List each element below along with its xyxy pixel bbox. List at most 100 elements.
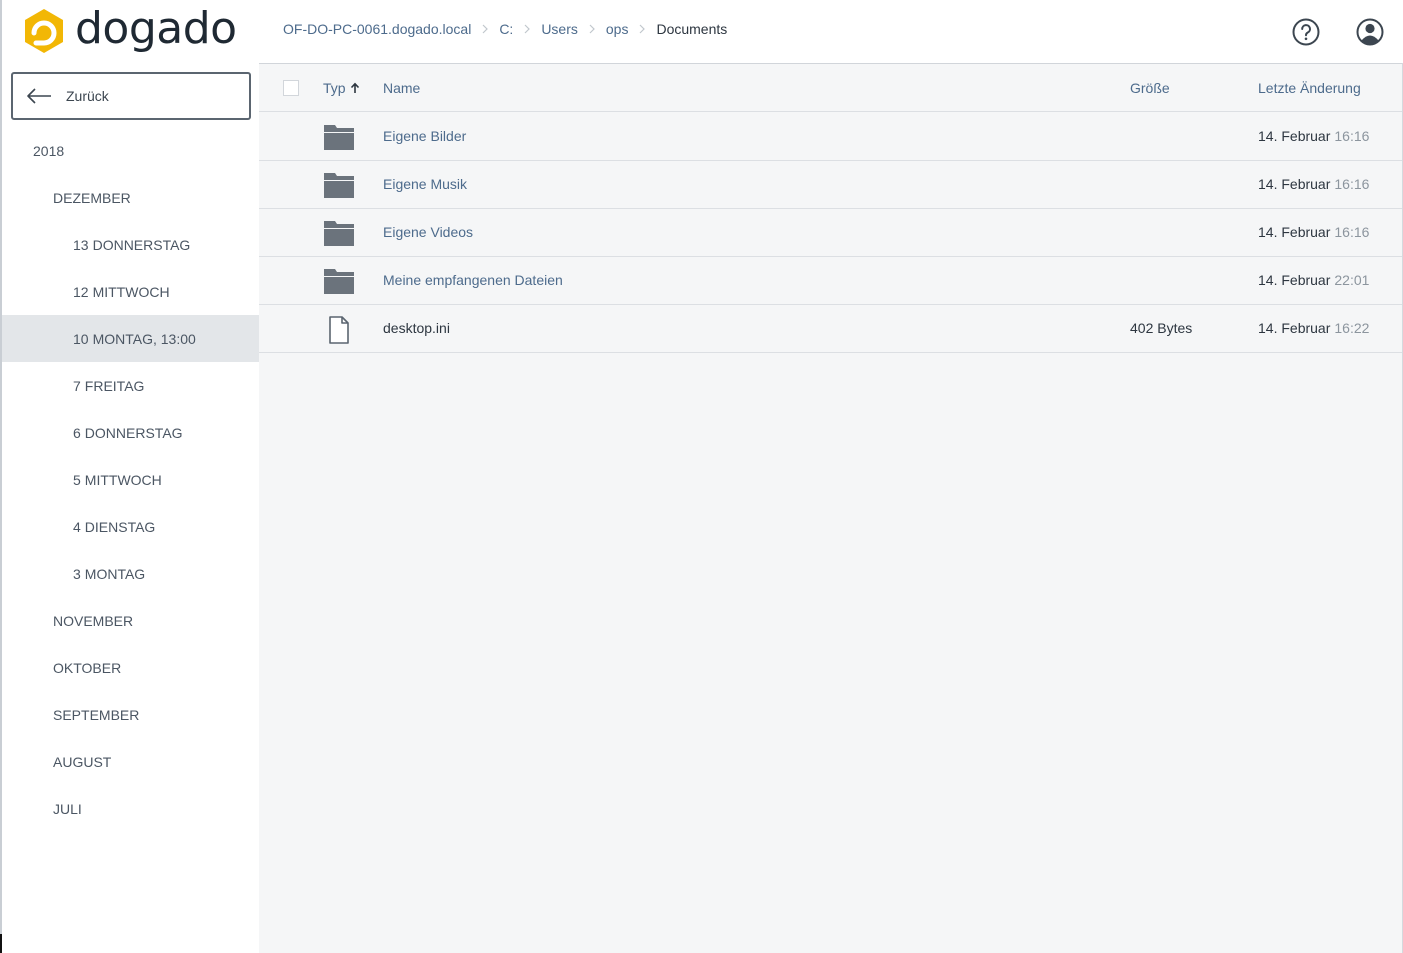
- item-modified-date: 14. Februar: [1258, 128, 1331, 144]
- file-icon: [324, 316, 354, 347]
- folder-icon: [324, 220, 354, 249]
- file-list-panel: Typ Name Größe Letzte Änderung Eigene Bi…: [259, 64, 1402, 953]
- item-modified: 14. Februar 22:01: [1258, 272, 1369, 288]
- column-header-size[interactable]: Größe: [1130, 80, 1170, 96]
- tree-item[interactable]: DEZEMBER: [2, 174, 259, 221]
- item-modified-time: 16:16: [1334, 176, 1370, 192]
- tree-item[interactable]: 5 MITTWOCH: [2, 456, 259, 503]
- tree-item-day-number: 6: [73, 424, 81, 441]
- tree-item[interactable]: SEPTEMBER: [2, 691, 259, 738]
- column-header-type-label: Typ: [323, 80, 346, 96]
- tree-item-label: MONTAG, 13:00: [92, 330, 196, 347]
- folder-row[interactable]: Eigene Musik 14. Februar 16:16: [259, 161, 1402, 209]
- tree-item[interactable]: 10 MONTAG, 13:00: [2, 315, 259, 362]
- snapshot-tree: 2018 DEZEMBER 13 DONNERSTAG 12 MITTWOCH 10 MONT…: [2, 127, 259, 832]
- column-header-name[interactable]: Name: [383, 80, 420, 96]
- item-name-link[interactable]: Eigene Bilder: [383, 128, 466, 144]
- item-name-link[interactable]: Eigene Videos: [383, 224, 473, 240]
- tree-item-day-number: 13: [73, 236, 89, 253]
- item-name-link[interactable]: Eigene Musik: [383, 176, 467, 192]
- item-modified: 14. Februar 16:22: [1258, 320, 1369, 336]
- tree-item[interactable]: 7 FREITAG: [2, 362, 259, 409]
- breadcrumb-item[interactable]: Users: [541, 21, 578, 37]
- item-modified-date: 14. Februar: [1258, 224, 1331, 240]
- chevron-right-icon: [589, 24, 595, 34]
- tree-item-label: JULI: [53, 800, 82, 817]
- tree-item-label: MONTAG: [84, 565, 146, 582]
- brand-logo[interactable]: dogado: [22, 4, 237, 58]
- arrow-up-icon: [350, 82, 359, 93]
- sidebar: dogado Zurück 2018 DEZEMBER 13 DONNERSTAG 12…: [2, 0, 259, 953]
- folder-row[interactable]: Eigene Bilder 14. Februar 16:16: [259, 113, 1402, 161]
- tree-item-day-number: 3: [73, 565, 81, 582]
- table-header: Typ Name Größe Letzte Änderung: [259, 64, 1402, 112]
- tree-item-label: DIENSTAG: [84, 518, 156, 535]
- back-button[interactable]: Zurück: [11, 72, 251, 120]
- help-circle-icon[interactable]: [1292, 18, 1320, 46]
- tree-item-day-number: 7: [73, 377, 81, 394]
- item-modified-time: 16:16: [1334, 128, 1370, 144]
- file-row[interactable]: desktop.ini 402 Bytes 14. Februar 16:22: [259, 305, 1402, 353]
- tree-item-label: DONNERSTAG: [84, 424, 183, 441]
- item-size: 402 Bytes: [1130, 320, 1193, 336]
- tree-item[interactable]: 12 MITTWOCH: [2, 268, 259, 315]
- item-modified: 14. Februar 16:16: [1258, 224, 1369, 240]
- tree-item-label: 2018: [33, 142, 65, 159]
- folder-icon: [324, 268, 354, 297]
- tree-item-day-number: 10: [73, 330, 89, 347]
- item-modified: 14. Februar 16:16: [1258, 128, 1369, 144]
- tree-item-day-number: 12: [73, 283, 89, 300]
- tree-item[interactable]: NOVEMBER: [2, 597, 259, 644]
- tree-item-label: FREITAG: [84, 377, 145, 394]
- tree-item-day-number: 4: [73, 518, 81, 535]
- item-modified-date: 14. Februar: [1258, 320, 1331, 336]
- select-all-checkbox[interactable]: [283, 80, 299, 96]
- brand-name: dogado: [75, 3, 237, 54]
- chevron-right-icon: [524, 24, 531, 34]
- tree-item[interactable]: 4 DIENSTAG: [2, 503, 259, 550]
- file-list: Eigene Bilder 14. Februar 16:16 Eigene Musi…: [259, 113, 1402, 353]
- folder-row[interactable]: Eigene Videos 14. Februar 16:16: [259, 209, 1402, 257]
- item-modified: 14. Februar 16:16: [1258, 176, 1369, 192]
- tree-item-label: AUGUST: [53, 753, 112, 770]
- tree-item-label: DONNERSTAG: [92, 236, 191, 253]
- tree-item-label: DEZEMBER: [53, 189, 131, 206]
- chevron-right-icon: [639, 24, 646, 34]
- folder-icon: [324, 124, 354, 153]
- item-name-link[interactable]: desktop.ini: [383, 320, 450, 336]
- item-modified-time: 16:16: [1334, 224, 1370, 240]
- breadcrumb: OF-DO-PC-0061.dogado.local C: Users ops Docu…: [283, 21, 727, 37]
- tree-item[interactable]: AUGUST: [2, 738, 259, 785]
- back-button-label: Zurück: [66, 88, 109, 104]
- tree-item-day-number: 5: [73, 471, 81, 488]
- folder-icon: [324, 172, 354, 201]
- breadcrumb-current[interactable]: Documents: [656, 21, 727, 37]
- tree-item[interactable]: 2018: [2, 127, 259, 174]
- item-modified-time: 22:01: [1334, 272, 1370, 288]
- app-window: dogado Zurück 2018 DEZEMBER 13 DONNERSTAG 12…: [0, 0, 1403, 953]
- folder-row[interactable]: Meine empfangenen Dateien 14. Februar 22:0…: [259, 257, 1402, 305]
- chevron-right-icon: [482, 24, 489, 34]
- column-header-modified[interactable]: Letzte Änderung: [1258, 80, 1361, 96]
- top-bar: OF-DO-PC-0061.dogado.local C: Users ops Docu…: [259, 0, 1403, 64]
- breadcrumb-item[interactable]: OF-DO-PC-0061.dogado.local: [283, 21, 471, 37]
- tree-item-label: NOVEMBER: [53, 612, 134, 629]
- tree-item[interactable]: OKTOBER: [2, 644, 259, 691]
- item-modified-time: 16:22: [1334, 320, 1370, 336]
- tree-item-label: SEPTEMBER: [53, 706, 140, 723]
- column-header-type[interactable]: Typ: [323, 80, 360, 96]
- tree-item[interactable]: JULI: [2, 785, 259, 832]
- tree-item-label: OKTOBER: [53, 659, 122, 676]
- dogado-logo-icon: [25, 9, 63, 53]
- user-circle-icon[interactable]: [1356, 18, 1384, 46]
- tree-item-label: MITTWOCH: [92, 283, 170, 300]
- arrow-left-icon: [27, 88, 51, 104]
- item-name-link[interactable]: Meine empfangenen Dateien: [383, 272, 563, 288]
- breadcrumb-item[interactable]: C:: [499, 21, 513, 37]
- breadcrumb-item[interactable]: ops: [606, 21, 629, 37]
- tree-item[interactable]: 13 DONNERSTAG: [2, 221, 259, 268]
- tree-item[interactable]: 6 DONNERSTAG: [2, 409, 259, 456]
- item-modified-date: 14. Februar: [1258, 176, 1331, 192]
- item-modified-date: 14. Februar: [1258, 272, 1331, 288]
- tree-item[interactable]: 3 MONTAG: [2, 550, 259, 597]
